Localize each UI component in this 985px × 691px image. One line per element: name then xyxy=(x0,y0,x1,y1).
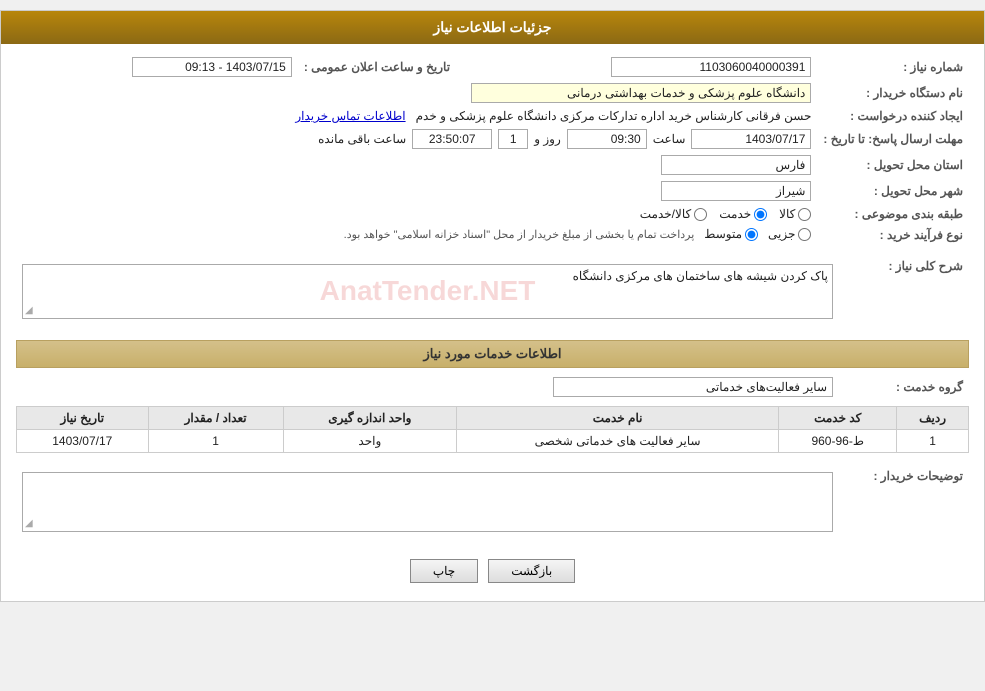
city-label: شهر محل تحویل : xyxy=(817,178,969,204)
content-area: شماره نیاز : 1103060040000391 تاریخ و سا… xyxy=(1,44,984,601)
cell-service-name: سایر فعالیت های خدماتی شخصی xyxy=(456,429,778,452)
process-radio-minor[interactable] xyxy=(798,228,811,241)
need-desc-value: پاک کردن شیشه های ساختمان های مرکزی دانش… xyxy=(573,269,828,283)
time-label: ساعت xyxy=(653,132,686,146)
col-row-num: ردیف xyxy=(897,406,969,429)
process-medium-label: متوسط xyxy=(704,227,742,241)
need-number-label: شماره نیاز : xyxy=(817,54,969,80)
announce-datetime-value: 1403/07/15 - 09:13 xyxy=(132,57,292,77)
need-number-value: 1103060040000391 xyxy=(611,57,811,77)
response-remaining: 23:50:07 xyxy=(412,129,492,149)
services-table: ردیف کد خدمت نام خدمت واحد اندازه گیری ت… xyxy=(16,406,969,453)
cell-unit: واحد xyxy=(283,429,456,452)
category-service-label: خدمت xyxy=(719,207,751,221)
category-option-service: خدمت xyxy=(719,207,767,221)
col-quantity: تعداد / مقدار xyxy=(148,406,283,429)
need-desc-table: شرح کلی نیاز : پاک کردن شیشه های ساختمان… xyxy=(16,253,969,330)
cell-row-num: 1 xyxy=(897,429,969,452)
buttons-row: بازگشت چاپ xyxy=(16,547,969,591)
category-radio-group: کالا خدمت کالا/خدمت xyxy=(22,207,811,221)
col-service-name: نام خدمت xyxy=(456,406,778,429)
buyer-org-label: نام دستگاه خریدار : xyxy=(817,80,969,106)
process-note: پرداخت تمام یا بخشی از مبلغ خریدار از مح… xyxy=(344,228,695,241)
category-goods-service-label: کالا/خدمت xyxy=(640,207,691,221)
response-days: 1 xyxy=(498,129,528,149)
service-group-value: سایر فعالیت‌های خدماتی xyxy=(553,377,833,397)
resize-icon: ◢ xyxy=(25,305,33,316)
buyer-org-value: دانشگاه علوم پزشکی و خدمات بهداشتی درمان… xyxy=(471,83,811,103)
table-row: 1 ط-96-960 سایر فعالیت های خدماتی شخصی و… xyxy=(17,429,969,452)
need-desc-label: شرح کلی نیاز : xyxy=(839,253,969,330)
category-radio-goods-service[interactable] xyxy=(694,208,707,221)
process-minor-label: جزیی xyxy=(768,227,795,241)
process-option-medium: متوسط xyxy=(704,227,758,241)
province-label: استان محل تحویل : xyxy=(817,152,969,178)
services-section-title: اطلاعات خدمات مورد نیاز xyxy=(16,340,969,368)
category-goods-label: کالا xyxy=(779,207,795,221)
need-desc-area: پاک کردن شیشه های ساختمان های مرکزی دانش… xyxy=(22,256,833,327)
buyer-notes-label: توضیحات خریدار : xyxy=(839,463,969,541)
remaining-label: ساعت باقی مانده xyxy=(318,132,406,146)
col-service-code: کد خدمت xyxy=(779,406,897,429)
page-title: جزئیات اطلاعات نیاز xyxy=(433,19,551,35)
category-option-goods: کالا xyxy=(779,207,811,221)
announce-datetime-label: تاریخ و ساعت اعلان عمومی : xyxy=(298,54,470,80)
category-radio-service[interactable] xyxy=(754,208,767,221)
response-time: 09:30 xyxy=(567,129,647,149)
creator-value: حسن فرقانی کارشناس خرید اداره تدارکات مر… xyxy=(416,109,812,123)
col-unit: واحد اندازه گیری xyxy=(283,406,456,429)
cell-service-code: ط-96-960 xyxy=(779,429,897,452)
service-group-table: گروه خدمت : سایر فعالیت‌های خدماتی xyxy=(16,374,969,400)
province-value: فارس xyxy=(661,155,811,175)
category-label: طبقه بندی موضوعی : xyxy=(817,204,969,224)
city-value: شیراز xyxy=(661,181,811,201)
cell-date: 1403/07/17 xyxy=(17,429,149,452)
category-option-goods-service: کالا/خدمت xyxy=(640,207,707,221)
col-date: تاریخ نیاز xyxy=(17,406,149,429)
back-button[interactable]: بازگشت xyxy=(488,559,575,583)
buyer-notes-box: ◢ xyxy=(22,472,833,532)
cell-quantity: 1 xyxy=(148,429,283,452)
creator-label: ایجاد کننده درخواست : xyxy=(817,106,969,126)
buyer-notes-resize-icon: ◢ xyxy=(25,518,33,529)
service-group-label: گروه خدمت : xyxy=(839,374,969,400)
buyer-notes-table: توضیحات خریدار : ◢ xyxy=(16,463,969,541)
need-desc-box: پاک کردن شیشه های ساختمان های مرکزی دانش… xyxy=(22,264,833,319)
process-radio-group: جزیی متوسط پرداخت تمام یا بخشی از مبلغ خ… xyxy=(344,227,812,241)
category-radio-goods[interactable] xyxy=(798,208,811,221)
days-label: روز و xyxy=(534,132,561,146)
response-date: 1403/07/17 xyxy=(691,129,811,149)
page-wrapper: جزئیات اطلاعات نیاز شماره نیاز : 1103060… xyxy=(0,10,985,602)
process-radio-medium[interactable] xyxy=(745,228,758,241)
response-deadline-row: 1403/07/17 ساعت 09:30 روز و 1 23:50:07 س… xyxy=(22,129,811,149)
process-type-label: نوع فرآیند خرید : xyxy=(817,224,969,247)
print-button[interactable]: چاپ xyxy=(410,559,478,583)
need-info-table: شماره نیاز : 1103060040000391 تاریخ و سا… xyxy=(16,54,969,247)
response-deadline-label: مهلت ارسال پاسخ: تا تاریخ : xyxy=(817,126,969,152)
process-option-minor: جزیی xyxy=(768,227,811,241)
page-header: جزئیات اطلاعات نیاز xyxy=(1,11,984,44)
creator-contact-link[interactable]: اطلاعات تماس خریدار xyxy=(295,109,405,123)
